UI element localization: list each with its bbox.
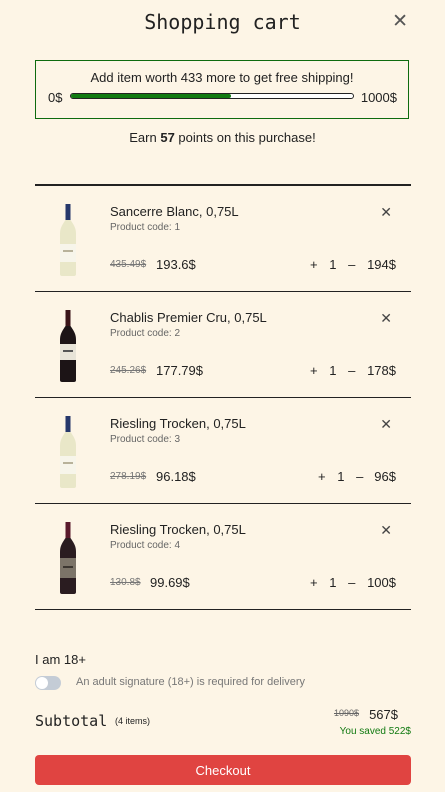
cart-item: Riesling Trocken, 0,75L Product code: 4 … [35, 504, 411, 610]
item-name: Riesling Trocken, 0,75L [110, 522, 246, 537]
remove-item-icon[interactable]: ✕ [380, 310, 392, 327]
subtotal-label: Subtotal [35, 712, 108, 730]
increase-quantity-button[interactable]: + [318, 469, 326, 484]
remove-item-icon[interactable]: ✕ [380, 416, 392, 433]
age-confirm-label: I am 18+ [35, 652, 86, 667]
cart-item: Chablis Premier Cru, 0,75L Product code:… [35, 292, 411, 398]
shipping-progress-fill [71, 94, 231, 98]
quantity-value: 1 [329, 257, 337, 272]
subtotal-old-price: 1090$ [334, 708, 360, 718]
quantity-value: 1 [337, 469, 345, 484]
item-total: 100$ [367, 575, 396, 590]
toggle-knob [36, 677, 48, 689]
item-old-price: 245.26$ [110, 365, 147, 376]
page-title: Shopping cart [144, 10, 301, 34]
shipping-min-label: 0$ [48, 90, 63, 105]
item-price: 99.69$ [150, 575, 190, 590]
item-code: Product code: 2 [110, 328, 181, 339]
quantity-stepper: + 1 – [310, 575, 355, 590]
decrease-quantity-button[interactable]: – [348, 257, 355, 272]
item-price: 193.6$ [156, 257, 196, 272]
wine-bottle-image [60, 522, 76, 594]
adult-signature-note: An adult signature (18+) is required for… [76, 676, 305, 688]
item-code: Product code: 1 [110, 222, 181, 233]
points-value: 57 [160, 130, 175, 145]
quantity-value: 1 [329, 575, 337, 590]
cart-item: Sancerre Blanc, 0,75L Product code: 1 ✕ … [35, 186, 411, 292]
increase-quantity-button[interactable]: + [310, 575, 318, 590]
points-suffix: points on this purchase! [174, 130, 316, 145]
close-icon[interactable]: ✕ [392, 10, 408, 33]
points-prefix: Earn [129, 130, 161, 145]
cart-item: Riesling Trocken, 0,75L Product code: 3 … [35, 398, 411, 504]
item-code: Product code: 3 [110, 434, 181, 445]
item-code: Product code: 4 [110, 540, 181, 551]
free-shipping-box: Add item worth 433 more to get free ship… [35, 60, 409, 119]
wine-bottle-image [60, 416, 76, 488]
quantity-value: 1 [329, 363, 337, 378]
remove-item-icon[interactable]: ✕ [380, 204, 392, 221]
item-total: 178$ [367, 363, 396, 378]
points-message: Earn 57 points on this purchase! [0, 130, 445, 145]
age-confirm-toggle[interactable] [35, 676, 61, 690]
item-price: 96.18$ [156, 469, 196, 484]
item-price: 177.79$ [156, 363, 203, 378]
subtotal-item-count: (4 items) [115, 716, 151, 726]
item-old-price: 130.8$ [110, 577, 141, 588]
wine-bottle-image [60, 204, 76, 276]
item-name: Riesling Trocken, 0,75L [110, 416, 246, 431]
quantity-stepper: + 1 – [310, 257, 355, 272]
item-total: 194$ [367, 257, 396, 272]
free-shipping-message: Add item worth 433 more to get free ship… [90, 70, 354, 85]
checkout-button[interactable]: Checkout [35, 755, 411, 785]
shipping-max-label: 1000$ [360, 90, 397, 105]
increase-quantity-button[interactable]: + [310, 257, 318, 272]
decrease-quantity-button[interactable]: – [348, 575, 355, 590]
item-old-price: 278.19$ [110, 471, 147, 482]
quantity-stepper: + 1 – [318, 469, 363, 484]
subtotal-total: 567$ [369, 707, 398, 722]
decrease-quantity-button[interactable]: – [356, 469, 363, 484]
quantity-stepper: + 1 – [310, 363, 355, 378]
savings-text: You saved 522$ [339, 726, 411, 737]
remove-item-icon[interactable]: ✕ [380, 522, 392, 539]
decrease-quantity-button[interactable]: – [348, 363, 355, 378]
item-old-price: 435.49$ [110, 259, 147, 270]
increase-quantity-button[interactable]: + [310, 363, 318, 378]
wine-bottle-image [60, 310, 76, 382]
item-name: Sancerre Blanc, 0,75L [110, 204, 239, 219]
item-name: Chablis Premier Cru, 0,75L [110, 310, 267, 325]
shipping-progress-bar [70, 93, 354, 99]
item-total: 96$ [374, 469, 396, 484]
